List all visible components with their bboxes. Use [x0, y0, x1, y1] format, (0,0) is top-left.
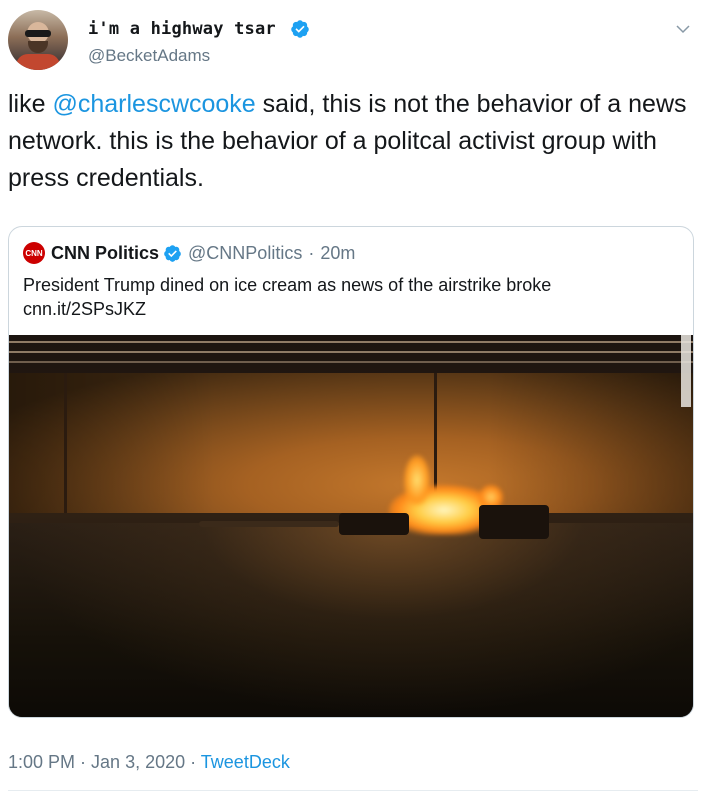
image-ground [9, 523, 693, 717]
image-rail [9, 351, 693, 353]
tweet-source-link[interactable]: TweetDeck [201, 752, 290, 772]
quoted-text-link[interactable]: cnn.it/2SPsJKZ [23, 297, 673, 321]
tweet-header: i'm a highway tsar @BecketAdams [8, 10, 698, 72]
tweet-footer: 1:00 PM · Jan 3, 2020 · TweetDeck [8, 752, 290, 773]
image-flame [404, 455, 430, 505]
image-pole [64, 373, 67, 513]
quoted-tweet-text: President Trump dined on ice cream as ne… [23, 273, 673, 321]
tweet-time[interactable]: 1:00 PM [8, 752, 75, 772]
quoted-time[interactable]: 20m [320, 243, 355, 264]
author-avatar[interactable] [8, 10, 68, 70]
tweet-date[interactable]: Jan 3, 2020 [91, 752, 185, 772]
avatar-beard [28, 41, 48, 53]
image-rail [9, 341, 693, 343]
footer-divider [8, 790, 698, 791]
quoted-tweet-header: CNN CNN Politics @CNNPolitics · 20m [23, 241, 355, 265]
author-display-name[interactable]: i'm a highway tsar [88, 19, 310, 39]
verified-badge-icon [164, 244, 181, 262]
image-wall-shadow [9, 373, 693, 513]
chevron-down-icon[interactable] [674, 20, 692, 38]
image-debris [199, 521, 339, 527]
tweet-text-before: like [8, 90, 53, 118]
footer-separator: · [75, 752, 92, 772]
quoted-text-line1: President Trump dined on ice cream as ne… [23, 275, 552, 295]
quoted-tweet[interactable]: CNN CNN Politics @CNNPolitics · 20m Pres… [8, 226, 694, 718]
author-display-name-text[interactable]: i'm a highway tsar [88, 19, 276, 39]
quoted-separator: · [308, 242, 315, 263]
author-handle[interactable]: @BecketAdams [88, 46, 210, 66]
cnn-logo-icon: CNN [23, 242, 45, 264]
image-debris [339, 513, 409, 535]
quoted-author-handle[interactable]: @CNNPolitics [188, 243, 302, 264]
avatar-glasses [25, 30, 51, 37]
verified-badge-icon [291, 20, 310, 38]
footer-separator: · [185, 752, 201, 772]
image-debris [479, 505, 549, 539]
mention-link[interactable]: @charlescwcooke [52, 90, 255, 118]
image-rail [9, 361, 693, 363]
avatar-shirt [16, 54, 60, 70]
tweet-text: like @charlescwcooke said, this is not t… [8, 86, 698, 197]
quoted-media-image[interactable] [9, 335, 693, 717]
quoted-author-name[interactable]: CNN Politics [51, 243, 159, 264]
image-watermark [681, 335, 691, 407]
